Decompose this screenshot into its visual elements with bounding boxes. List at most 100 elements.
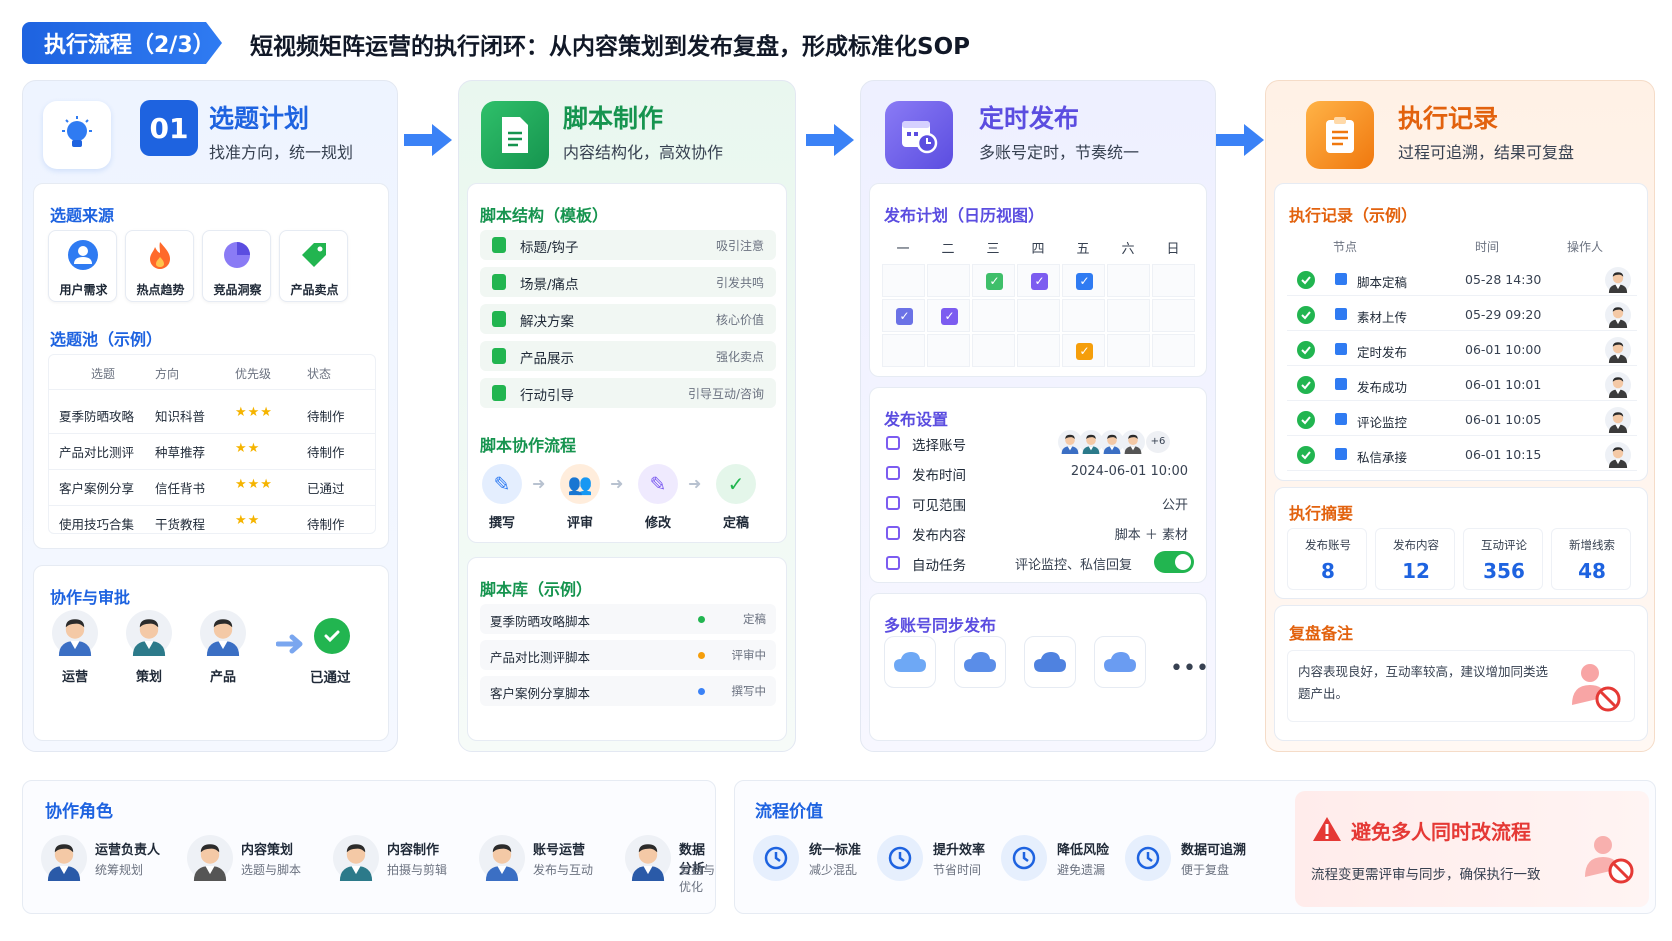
step-title: 脚本制作	[563, 104, 664, 133]
calendar-cell[interactable]: ✓	[1062, 264, 1105, 297]
log-time: 06-01 10:01	[1465, 377, 1542, 392]
table-header: 优先级	[235, 367, 272, 381]
script-item[interactable]: 产品对比测评脚本 评审中	[480, 640, 776, 670]
account-cloud-icon[interactable]	[884, 636, 936, 688]
calendar-cell[interactable]	[972, 334, 1015, 367]
log-row[interactable]: 定时发布 06-01 10:00	[1287, 334, 1637, 366]
warning-box: 避免多人同时改流程 流程变更需评审与同步，确保执行一致	[1295, 791, 1649, 907]
log-row[interactable]: 脚本定稿 05-28 14:30	[1287, 264, 1637, 296]
check-icon	[1297, 306, 1315, 324]
node-icon	[1335, 413, 1347, 425]
value-name: 降低风险	[1057, 843, 1110, 858]
checkbox-icon: ✓	[1076, 343, 1093, 360]
source-pie-chart[interactable]: 竞品洞察	[202, 230, 271, 302]
divider	[49, 505, 375, 506]
log-row[interactable]: 发布成功 06-01 10:01	[1287, 369, 1637, 401]
more-icon[interactable]: •••	[1170, 656, 1209, 681]
calendar-cell[interactable]	[1152, 334, 1195, 367]
flow-step-label: 修改	[644, 516, 671, 531]
calendar-cell[interactable]	[1017, 299, 1060, 332]
flow-arrow-icon	[404, 124, 452, 156]
calendar-cell[interactable]	[882, 264, 925, 297]
source-label: 产品卖点	[290, 283, 339, 297]
account-cloud-icon[interactable]	[1094, 636, 1146, 688]
log-node: 定时发布	[1357, 345, 1408, 360]
template-row[interactable]: 标题/钩子 吸引注意	[480, 230, 776, 260]
topic-cell: 夏季防晒攻略	[59, 409, 135, 424]
warning-text: 流程变更需评审与同步，确保执行一致	[1311, 867, 1541, 883]
fire-icon	[144, 239, 176, 275]
flow-arrow-icon	[1216, 124, 1264, 156]
approved-label: 已通过	[310, 670, 351, 686]
topic-pool-table: 选题 方向 优先级 状态 夏季防晒攻略 知识科普 ★★★ 待制作 产品对比测评 种草推荐 ★★ 待制作…	[48, 354, 376, 534]
weekday-label: 五	[1076, 242, 1090, 257]
calendar-cell[interactable]	[882, 334, 925, 367]
calendar-cell[interactable]	[1152, 264, 1195, 297]
calendar-cell[interactable]: ✓	[1062, 334, 1105, 367]
table-header: 选题	[91, 367, 116, 381]
auto-task-toggle[interactable]	[1154, 551, 1194, 573]
approver-label: 产品	[209, 670, 236, 685]
log-row[interactable]: 私信承接 06-01 10:15	[1287, 439, 1637, 471]
script-item[interactable]: 夏季防晒攻略脚本 定稿	[480, 604, 776, 634]
template-row[interactable]: 产品展示 强化卖点	[480, 341, 776, 371]
auto-task-icon	[886, 556, 900, 570]
status-dot	[698, 688, 705, 695]
calendar-cell[interactable]: ✓	[882, 299, 925, 332]
table-row[interactable]: 夏季防晒攻略 知识科普 ★★★ 待制作	[49, 399, 375, 431]
review-card: 复盘备注 内容表现良好，互动率较高，建议增加同类选题产出。	[1274, 605, 1648, 741]
weekday-label: 四	[1031, 242, 1045, 257]
check-icon	[1297, 341, 1315, 359]
calendar-cell[interactable]	[1062, 299, 1105, 332]
section-title: 多账号同步发布	[884, 616, 997, 635]
table-row[interactable]: 产品对比测评 种草推荐 ★★ 待制作	[49, 435, 375, 467]
checkbox-icon: ✓	[986, 273, 1003, 290]
summary-metric: 互动评论 356	[1463, 528, 1543, 590]
template-row[interactable]: 行动引导 引导互动/咨询	[480, 378, 776, 408]
table-row[interactable]: 客户案例分享 信任背书 ★★★ 已通过	[49, 471, 375, 503]
node-icon	[1335, 273, 1347, 285]
calendar-cell[interactable]	[1107, 264, 1150, 297]
metric-label: 发布内容	[1393, 538, 1439, 552]
log-time: 06-01 10:15	[1465, 447, 1542, 462]
source-user[interactable]: 用户需求	[48, 230, 117, 302]
calendar-cell[interactable]: ✓	[1017, 264, 1060, 297]
template-label: 标题/钩子	[520, 240, 579, 256]
calendar-cell[interactable]: ✓	[927, 299, 970, 332]
section-title: 执行记录（示例）	[1289, 206, 1418, 225]
source-tag[interactable]: 产品卖点	[279, 230, 348, 302]
table-row[interactable]: 使用技巧合集 干货教程 ★★ 待制作	[49, 507, 375, 539]
script-name: 产品对比测评脚本	[490, 650, 591, 665]
column-schedule: 定时发布 多账号定时，节奏统一 发布计划（日历视图） 一 二 三 四 五 六 日 ✓ ✓ ✓ ✓ ✓ ✓…	[860, 80, 1216, 752]
log-header: 时间	[1475, 240, 1500, 254]
status-cell: 已通过	[307, 481, 345, 496]
script-item[interactable]: 客户案例分享脚本 撰写中	[480, 676, 776, 706]
calendar-cell[interactable]	[927, 334, 970, 367]
log-row[interactable]: 评论监控 06-01 10:05	[1287, 404, 1637, 436]
role-desc: 选题与脚本	[241, 863, 302, 877]
calendar-cell[interactable]	[972, 299, 1015, 332]
template-row[interactable]: 解决方案 核心价值	[480, 304, 776, 334]
section-title: 选题池（示例）	[50, 330, 163, 349]
account-cloud-icon[interactable]	[1024, 636, 1076, 688]
operator-avatar	[1605, 372, 1631, 398]
account-cloud-icon[interactable]	[954, 636, 1006, 688]
log-node: 评论监控	[1357, 415, 1408, 430]
summary-card: 执行摘要 发布账号 8 发布内容 12 互动评论 356 新增线索 48	[1274, 487, 1648, 599]
summary-metric: 新增线索 48	[1551, 528, 1631, 590]
log-row[interactable]: 素材上传 05-29 09:20	[1287, 299, 1637, 331]
log-header: 操作人	[1567, 240, 1604, 254]
calendar-cell[interactable]	[1107, 334, 1150, 367]
calendar-cell[interactable]	[1017, 334, 1060, 367]
log-header: 节点	[1333, 240, 1358, 254]
review-icon: 👥	[560, 464, 600, 504]
status-cell: 待制作	[307, 445, 345, 460]
calendar-cell[interactable]	[1152, 299, 1195, 332]
no-user-icon	[1585, 836, 1634, 884]
calendar-cell[interactable]: ✓	[972, 264, 1015, 297]
calendar-cell[interactable]	[1107, 299, 1150, 332]
node-icon	[1335, 343, 1347, 355]
template-row[interactable]: 场景/痛点 引发共鸣	[480, 267, 776, 297]
calendar-cell[interactable]	[927, 264, 970, 297]
source-fire[interactable]: 热点趋势	[125, 230, 194, 302]
